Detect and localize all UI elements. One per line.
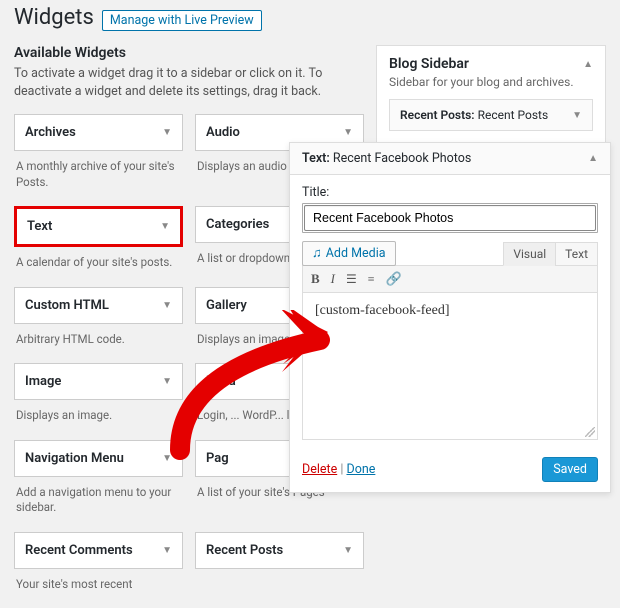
widget-editor-panel: Text: Recent Facebook Photos ▲ Title: ♫ … [289,142,611,493]
widget-label: Text [27,219,52,234]
editor-content[interactable]: [custom-facebook-feed] [302,292,598,440]
widget-title-input[interactable] [304,205,596,231]
widget-custom-html[interactable]: Custom HTML ▼ [14,287,183,324]
chevron-up-icon[interactable]: ▲ [583,59,593,70]
live-preview-button[interactable]: Manage with Live Preview [102,10,262,31]
bulleted-list-button[interactable]: ☰ [346,272,357,287]
resize-handle[interactable] [585,427,595,437]
widget-label: Image [25,374,61,389]
available-widgets-desc: To activate a widget drag it to a sideba… [14,65,344,100]
sidebar-widget-recent-posts[interactable]: Recent Posts: Recent Posts ▼ [389,99,593,131]
sidebar-desc: Sidebar for your blog and archives. [389,75,593,89]
chevron-down-icon: ▼ [162,127,172,138]
tab-text[interactable]: Text [555,242,598,266]
format-toolbar: B I ☰ ≡ 🔗 [302,265,598,292]
chevron-down-icon: ▼ [162,545,172,556]
available-widgets-heading: Available Widgets [14,45,364,61]
chevron-down-icon: ▼ [162,300,172,311]
widget-label: Recent Comments [25,543,133,558]
sidebar-widget-label: Recent Posts: Recent Posts [400,108,548,122]
widget-desc: Arbitrary HTML code. [14,324,183,364]
widget-label: Pag [206,451,229,466]
widget-label: Gallery [206,298,247,313]
done-link[interactable]: Done [346,462,375,477]
page-title: Widgets [14,5,94,30]
widget-desc: A calendar of your site's posts. [14,247,183,287]
link-button[interactable]: 🔗 [386,271,402,287]
bold-button[interactable]: B [311,271,320,287]
chevron-down-icon: ▼ [162,376,172,387]
widget-navigation-menu[interactable]: Navigation Menu ▼ [14,440,183,477]
widget-recent-comments[interactable]: Recent Comments ▼ [14,532,183,569]
widget-label: Custom HTML [25,298,109,313]
chevron-down-icon: ▼ [160,221,170,232]
sidebar-panel: Blog Sidebar ▲ Sidebar for your blog and… [376,45,606,144]
widget-label: Navigation Menu [25,451,124,466]
tab-visual[interactable]: Visual [503,242,556,266]
chevron-down-icon: ▼ [572,110,582,121]
title-label: Title: [302,185,598,200]
widget-text[interactable]: Text ▼ [14,206,183,247]
widget-label: Meta [206,374,236,389]
widget-label: Archives [25,125,76,140]
widget-label: Recent Posts [206,543,283,558]
editor-head-title: Text: Recent Facebook Photos [302,151,471,166]
widget-desc: Displays an image. [14,400,183,440]
widget-label: Categories [206,217,269,232]
chevron-down-icon: ▼ [343,127,353,138]
chevron-down-icon: ▼ [343,545,353,556]
sidebar-title: Blog Sidebar [389,56,469,72]
widget-desc [195,569,364,593]
add-media-button[interactable]: ♫ Add Media [302,241,396,266]
widget-image[interactable]: Image ▼ [14,363,183,400]
chevron-up-icon[interactable]: ▲ [588,153,598,164]
widget-label: Audio [206,125,240,140]
widget-desc: Add a navigation menu to your sidebar. [14,477,183,532]
italic-button[interactable]: I [331,271,335,287]
widget-desc: A monthly archive of your site's Posts. [14,151,183,206]
widget-recent-posts[interactable]: Recent Posts ▼ [195,532,364,569]
numbered-list-button[interactable]: ≡ [368,272,375,287]
media-icon: ♫ [312,247,322,260]
saved-button[interactable]: Saved [542,457,598,482]
widget-archives[interactable]: Archives ▼ [14,114,183,151]
chevron-down-icon: ▼ [162,453,172,464]
delete-link[interactable]: Delete [302,462,337,477]
widget-desc: Your site's most recent [14,569,183,608]
